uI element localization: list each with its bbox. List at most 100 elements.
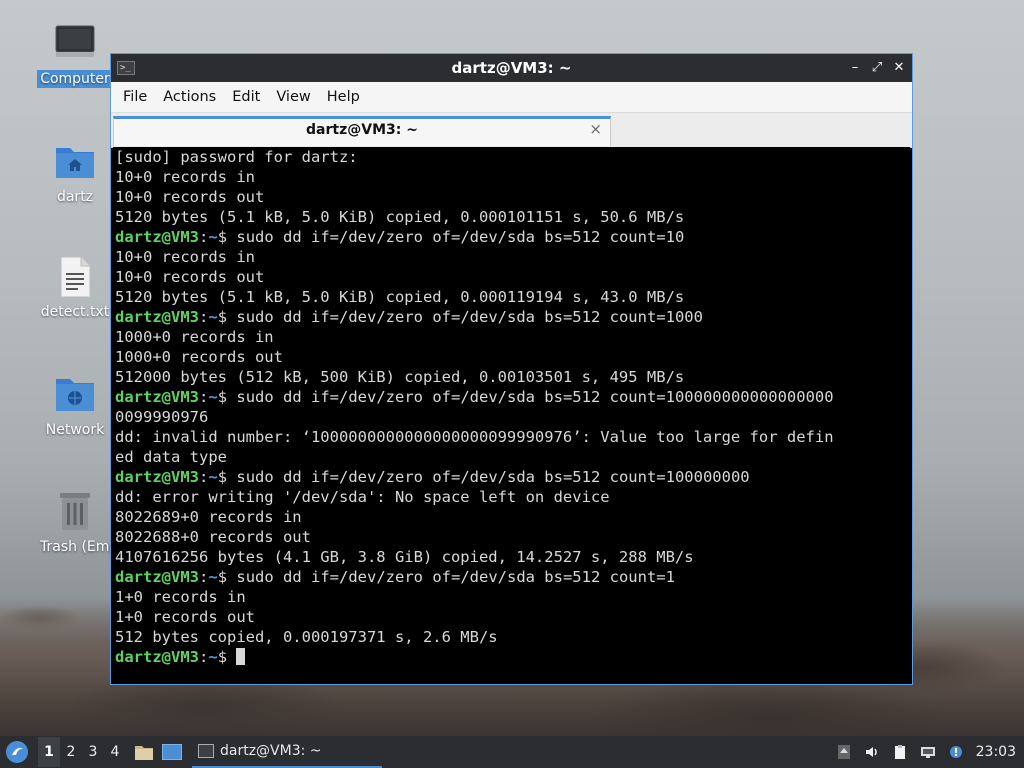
terminal-output-line: [sudo] password for dartz: [115, 148, 358, 166]
terminal-output-line: ed data type [115, 448, 227, 466]
window-titlebar[interactable]: >_ dartz@VM3: ~ – ⤢ ✕ [111, 54, 912, 82]
menu-help[interactable]: Help [319, 89, 368, 105]
menu-view[interactable]: View [268, 89, 318, 105]
terminal-output-line: 5120 bytes (5.1 kB, 5.0 KiB) copied, 0.0… [115, 208, 685, 226]
terminal-output-line: 8022689+0 records in [115, 508, 302, 526]
terminal-output-line: 512000 bytes (512 kB, 500 KiB) copied, 0… [115, 368, 685, 386]
prompt-separator: : [199, 308, 209, 326]
prompt-user: dartz@VM3 [115, 568, 199, 586]
prompt-path: ~ [208, 228, 218, 246]
file-manager-launcher-icon[interactable] [134, 743, 154, 761]
prompt-dollar: $ [217, 388, 237, 406]
start-menu-icon[interactable] [6, 741, 28, 763]
clipboard-icon[interactable] [892, 744, 908, 760]
command-text: sudo dd if=/dev/zero of=/dev/sda bs=512 … [236, 308, 703, 326]
prompt-separator: : [199, 648, 209, 666]
terminal-output-line: 5120 bytes (5.1 kB, 5.0 KiB) copied, 0.0… [115, 288, 685, 306]
terminal-output[interactable]: [sudo] password for dartz: 10+0 records i… [113, 147, 910, 682]
computer-icon [53, 22, 97, 66]
taskbar-app-terminal[interactable]: dartz@VM3: ~ [192, 736, 382, 768]
minimize-button[interactable]: – [848, 61, 862, 75]
terminal-output-line: 4107616256 bytes (4.1 GB, 3.8 GiB) copie… [115, 548, 694, 566]
menu-actions[interactable]: Actions [155, 89, 224, 105]
prompt-dollar: $ [217, 568, 237, 586]
prompt-user: dartz@VM3 [115, 388, 199, 406]
terminal-output-line: 8022688+0 records out [115, 528, 311, 546]
volume-icon[interactable] [864, 744, 880, 760]
prompt-user: dartz@VM3 [115, 228, 199, 246]
terminal-output-line: 0099990976 [115, 408, 209, 426]
terminal-command-line: dartz@VM3:~$ sudo dd if=/dev/zero of=/de… [115, 467, 910, 487]
workspace-4[interactable]: 4 [104, 737, 126, 767]
terminal-taskbar-icon [198, 744, 214, 758]
desktop-icon-computer[interactable]: Computer [37, 22, 113, 88]
prompt-path: ~ [208, 388, 218, 406]
workspace-1[interactable]: 1 [38, 737, 60, 767]
desktop-icon-label: detect.txt [40, 304, 110, 320]
terminal-command-line: dartz@VM3:~$ sudo dd if=/dev/zero of=/de… [115, 227, 910, 247]
window-title: dartz@VM3: ~ [451, 59, 572, 77]
command-text: sudo dd if=/dev/zero of=/dev/sda bs=512 … [236, 568, 675, 586]
terminal-output-line: 1+0 records in [115, 588, 246, 606]
terminal-output-line: 10+0 records out [115, 268, 265, 286]
terminal-command-line: dartz@VM3:~$ sudo dd if=/dev/zero of=/de… [115, 387, 910, 407]
prompt-dollar: $ [217, 468, 237, 486]
workspace-3[interactable]: 3 [82, 737, 104, 767]
trash-icon [53, 490, 97, 534]
menubar: File Actions Edit View Help [111, 82, 912, 113]
terminal-output-line: dd: error writing '/dev/sda': No space l… [115, 488, 610, 506]
prompt-user: dartz@VM3 [115, 468, 199, 486]
menu-edit[interactable]: Edit [224, 89, 268, 105]
terminal-output-line: 10+0 records in [115, 168, 255, 186]
text-cursor [236, 648, 246, 665]
command-text: sudo dd if=/dev/zero of=/dev/sda bs=512 … [236, 468, 750, 486]
prompt-path: ~ [208, 648, 218, 666]
workspace-2[interactable]: 2 [60, 737, 82, 767]
desktop-icon-detect-txt[interactable]: detect.txt [37, 255, 113, 321]
terminal-output-line: 512 bytes copied, 0.000197371 s, 2.6 MB/… [115, 628, 498, 646]
taskbar: 1 2 3 4 dartz@VM3: ~ 23:03 [0, 736, 1024, 768]
desktop-icon-label: Network [45, 422, 105, 438]
network-tray-icon[interactable] [920, 744, 936, 760]
desktop-icon-label: Computer [37, 70, 113, 88]
updates-icon[interactable] [948, 744, 964, 760]
prompt-separator: : [199, 468, 209, 486]
tab-bar: dartz@VM3: ~ × [111, 113, 912, 148]
command-text: sudo dd if=/dev/zero of=/dev/sda bs=512 … [236, 228, 685, 246]
prompt-separator: : [199, 228, 209, 246]
terminal-command-line: dartz@VM3:~$ sudo dd if=/dev/zero of=/de… [115, 307, 910, 327]
terminal-output-line: 1000+0 records in [115, 328, 274, 346]
close-button[interactable]: ✕ [892, 61, 906, 75]
taskbar-app-label: dartz@VM3: ~ [220, 743, 322, 759]
prompt-user: dartz@VM3 [115, 308, 199, 326]
terminal-window: >_ dartz@VM3: ~ – ⤢ ✕ File Actions Edit … [110, 53, 913, 685]
tab-terminal[interactable]: dartz@VM3: ~ × [113, 116, 611, 146]
prompt-dollar: $ [217, 228, 237, 246]
text-file-icon [53, 255, 97, 299]
tray-arrow-icon[interactable] [836, 744, 852, 760]
tab-close-icon[interactable]: × [589, 120, 602, 138]
network-folder-icon [53, 373, 97, 417]
prompt-path: ~ [208, 308, 218, 326]
prompt-separator: : [199, 568, 209, 586]
prompt-path: ~ [208, 568, 218, 586]
maximize-button[interactable]: ⤢ [870, 61, 884, 75]
menu-file[interactable]: File [115, 89, 155, 105]
terminal-output-line: 10+0 records out [115, 188, 265, 206]
prompt-path: ~ [208, 468, 218, 486]
clock[interactable]: 23:03 [976, 744, 1016, 760]
terminal-output-line: 1+0 records out [115, 608, 255, 626]
show-desktop-icon[interactable] [162, 744, 182, 760]
terminal-output-line: 1000+0 records out [115, 348, 283, 366]
terminal-output-line: dd: invalid number: ‘1000000000000000000… [115, 428, 834, 446]
home-folder-icon [53, 140, 97, 184]
terminal-command-line: dartz@VM3:~$ sudo dd if=/dev/zero of=/de… [115, 567, 910, 587]
terminal-command-line: dartz@VM3:~$ [115, 647, 910, 667]
desktop-icon-dartz[interactable]: dartz [37, 140, 113, 206]
prompt-dollar: $ [217, 308, 237, 326]
desktop-icon-network[interactable]: Network [37, 373, 113, 439]
desktop-icon-label: dartz [56, 189, 94, 205]
prompt-dollar: $ [217, 648, 237, 666]
command-text: sudo dd if=/dev/zero of=/dev/sda bs=512 … [236, 388, 834, 406]
desktop-icon-trash[interactable]: Trash (Empt [37, 490, 124, 556]
